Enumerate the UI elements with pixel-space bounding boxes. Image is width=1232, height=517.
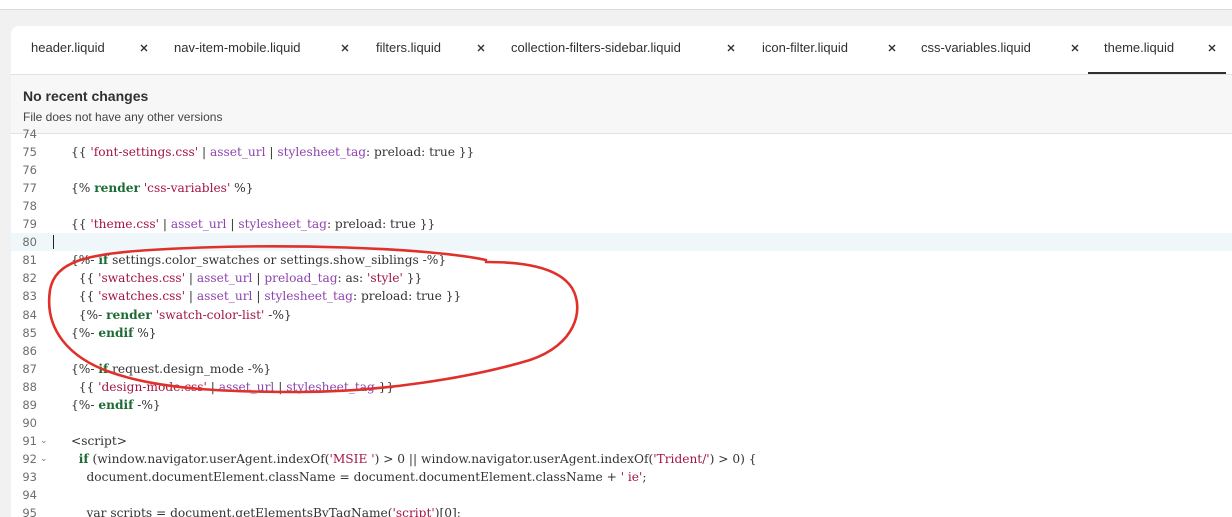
close-icon[interactable] (341, 26, 349, 52)
code-text: {%- endif %} (71, 325, 157, 340)
file-tabs: header.liquid nav-item-mobile.liquid fil… (11, 26, 1232, 75)
version-status-subtitle: File does not have any other versions (23, 110, 223, 124)
line-number: 90 (22, 415, 37, 430)
line-number: 81 (22, 253, 37, 268)
code-editor-panel: header.liquid nav-item-mobile.liquid fil… (11, 26, 1232, 517)
code-line[interactable]: 76 (11, 161, 1232, 179)
tab-label: css-variables.liquid (921, 40, 1031, 55)
code-line[interactable]: 79 {{ 'theme.css' | asset_url | styleshee… (11, 215, 1232, 233)
code-line[interactable]: 80 (11, 233, 1232, 252)
code-text: if (window.navigator.userAgent.indexOf('… (78, 451, 757, 466)
code-line[interactable]: 89 {%- endif -%} (11, 396, 1232, 414)
line-number: 82 (22, 271, 37, 286)
line-number: 91 (22, 433, 37, 448)
code-line[interactable]: 90 (11, 414, 1232, 432)
close-icon[interactable] (1071, 26, 1079, 52)
tab-filters-liquid[interactable]: filters.liquid (361, 26, 496, 72)
code-text: {%- render 'swatch-color-list' -%} (71, 307, 292, 322)
line-number: 85 (22, 325, 37, 340)
tab-header-liquid[interactable]: header.liquid (11, 26, 161, 72)
tab-label: collection-filters-sidebar.liquid (511, 40, 681, 55)
tab-icon-filter-liquid[interactable]: icon-filter.liquid (746, 26, 908, 72)
chevron-down-icon[interactable]: ⌄ (40, 450, 48, 468)
code-text: {{ 'design-mode.css' | asset_url | style… (71, 379, 395, 394)
code-line[interactable]: 75 {{ 'font-settings.css' | asset_url | s… (11, 143, 1232, 161)
line-number: 87 (22, 361, 37, 376)
code-text: {%- if settings.color_swatches or settin… (71, 253, 447, 268)
code-line[interactable]: 87 {%- if request.design_mode -%} (11, 360, 1232, 378)
chevron-down-icon[interactable]: ⌄ (40, 432, 48, 450)
code-text: {%- if request.design_mode -%} (71, 361, 272, 376)
code-text: {{ 'swatches.css' | asset_url | styleshe… (71, 289, 462, 304)
code-text: {% render 'css-variables' %} (71, 181, 254, 196)
code-text: {%- endif -%} (71, 397, 161, 412)
code-text: {{ 'font-settings.css' | asset_url | sty… (71, 145, 475, 160)
code-line[interactable]: 92 ⌄ if (window.navigator.userAgent.index… (11, 450, 1232, 468)
close-icon[interactable] (888, 26, 896, 52)
line-number: 78 (22, 199, 37, 214)
line-number: 75 (22, 145, 37, 160)
code-text: document.documentElement.className = doc… (71, 469, 647, 484)
tab-label: icon-filter.liquid (762, 40, 848, 55)
code-line[interactable]: 83 {{ 'swatches.css' | asset_url | style… (11, 287, 1232, 305)
tab-label: header.liquid (31, 40, 105, 55)
line-number: 76 (22, 163, 37, 178)
code-text: <script> (71, 433, 127, 448)
code-line[interactable]: 94 (11, 486, 1232, 504)
line-number: 80 (22, 235, 37, 250)
code-editor[interactable]: 74 75 {{ 'font-settings.css' | asset_url |… (11, 127, 1232, 517)
close-icon[interactable] (140, 26, 148, 52)
code-text: var scripts = document.getElementsByTagN… (71, 506, 461, 517)
browser-top-bar (0, 0, 1232, 10)
code-line[interactable]: 86 (11, 342, 1232, 360)
code-line[interactable]: 84 {%- render 'swatch-color-list' -%} (11, 306, 1232, 324)
code-text: {{ 'theme.css' | asset_url | stylesheet_… (71, 217, 436, 232)
line-number: 92 (22, 451, 37, 466)
tab-label: theme.liquid (1104, 40, 1175, 55)
line-number: 95 (22, 506, 37, 517)
code-line[interactable]: 74 (11, 125, 1232, 143)
code-text: {{ 'swatches.css' | asset_url | preload_… (71, 271, 423, 286)
line-number: 79 (22, 217, 37, 232)
code-line[interactable]: 88 {{ 'design-mode.css' | asset_url | st… (11, 378, 1232, 396)
line-number: 89 (22, 397, 37, 412)
line-number: 83 (22, 289, 37, 304)
tab-theme-liquid[interactable]: theme.liquid (1088, 26, 1226, 74)
code-line[interactable]: 93 document.documentElement.className = … (11, 468, 1232, 486)
line-number: 86 (22, 343, 37, 358)
tab-label: filters.liquid (376, 40, 442, 55)
line-number: 88 (22, 379, 37, 394)
code-line[interactable]: 85 {%- endif %} (11, 324, 1232, 342)
text-cursor (53, 235, 54, 250)
close-icon[interactable] (477, 26, 485, 52)
tab-nav-item-mobile-liquid[interactable]: nav-item-mobile.liquid (161, 26, 361, 72)
code-line[interactable]: 95 var scripts = document.getElementsByT… (11, 504, 1232, 517)
code-line[interactable]: 91 ⌄ <script> (11, 432, 1232, 450)
close-icon[interactable] (1208, 26, 1216, 52)
line-number: 93 (22, 469, 37, 484)
version-status-title: No recent changes (23, 88, 149, 104)
close-icon[interactable] (727, 26, 735, 52)
tab-collection-filters-sidebar-liquid[interactable]: collection-filters-sidebar.liquid (496, 26, 746, 72)
line-number: 77 (22, 181, 37, 196)
tab-label: nav-item-mobile.liquid (174, 40, 301, 55)
line-number: 94 (22, 488, 37, 502)
code-line[interactable]: 81 {%- if settings.color_swatches or sett… (11, 251, 1232, 269)
code-line[interactable]: 77 {% render 'css-variables' %} (11, 179, 1232, 197)
line-number: 74 (22, 127, 37, 141)
code-line[interactable]: 78 (11, 197, 1232, 215)
tab-css-variables-liquid[interactable]: css-variables.liquid (908, 26, 1091, 72)
line-number: 84 (22, 307, 37, 322)
code-line[interactable]: 82 {{ 'swatches.css' | asset_url | prelo… (11, 269, 1232, 287)
